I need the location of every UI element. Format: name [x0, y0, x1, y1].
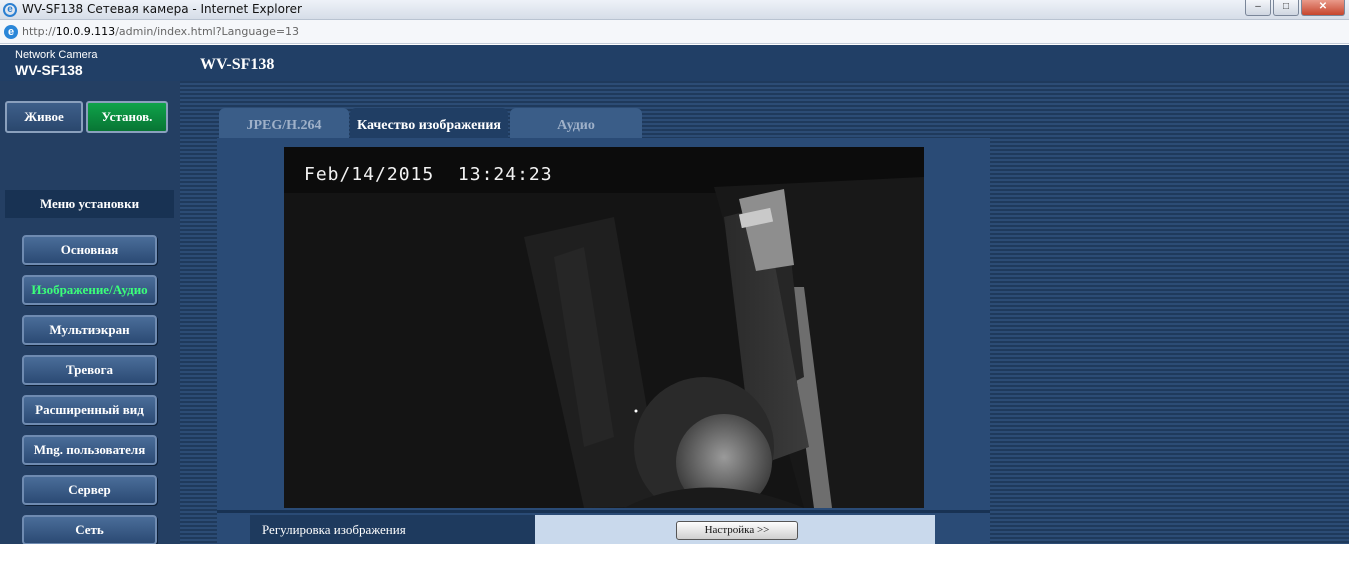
camera-page: Network Camera WV-SF138 WV-SF138 Живое У…	[0, 45, 1349, 544]
tab-audio[interactable]: Аудио	[510, 108, 642, 140]
url-protocol: http://	[22, 25, 56, 38]
brand-label: Network Camera	[15, 49, 98, 61]
menu-network[interactable]: Сеть	[22, 515, 157, 544]
menu-image-audio[interactable]: Изображение/Аудио	[22, 275, 157, 305]
menu-user-mng[interactable]: Mng. пользователя	[22, 435, 157, 465]
page-header: Network Camera WV-SF138 WV-SF138	[0, 45, 1349, 81]
window-controls: – □ ✕	[1245, 0, 1345, 16]
content-separator	[217, 510, 990, 513]
setup-menu-header: Меню установки	[5, 190, 174, 218]
url-host: 10.0.9.113	[55, 25, 116, 38]
tab-image-quality[interactable]: Качество изображения	[350, 108, 508, 140]
menu-alarm[interactable]: Тревога	[22, 355, 157, 385]
menu-server[interactable]: Сервер	[22, 475, 157, 505]
address-bar[interactable]: e http://10.0.9.113/admin/index.html?Lan…	[0, 20, 1349, 44]
close-button[interactable]: ✕	[1301, 0, 1345, 16]
live-button[interactable]: Живое	[5, 101, 83, 133]
ie-icon: e	[3, 3, 17, 17]
video-osd: Feb/14/2015 13:24:23	[304, 164, 553, 185]
window-title: WV-SF138 Сетевая камера - Internet Explo…	[22, 2, 302, 16]
page-title: WV-SF138	[200, 56, 275, 73]
sidebar: Живое Установ. Меню установки Основная И…	[0, 81, 180, 544]
menu-advanced[interactable]: Расширенный вид	[22, 395, 157, 425]
video-scene	[284, 147, 924, 508]
image-adjust-value: Настройка >>	[535, 515, 935, 544]
minimize-button[interactable]: –	[1245, 0, 1271, 16]
url-text[interactable]: http://10.0.9.113/admin/index.html?Langu…	[22, 25, 299, 38]
e-icon: e	[4, 25, 18, 39]
image-adjust-setup-button[interactable]: Настройка >>	[676, 521, 798, 540]
url-path: /admin/index.html?Language=13	[115, 25, 300, 38]
brand-model: WV-SF138	[15, 62, 83, 78]
osd-time: 13:24:23	[457, 164, 553, 185]
setup-button[interactable]: Установ.	[86, 101, 168, 133]
osd-date: Feb/14/2015	[304, 164, 435, 185]
camera-video: Feb/14/2015 13:24:23	[284, 147, 924, 508]
menu-multiscreen[interactable]: Мультиэкран	[22, 315, 157, 345]
image-adjust-label: Регулировка изображения	[250, 515, 535, 544]
maximize-button[interactable]: □	[1273, 0, 1299, 16]
menu-basic[interactable]: Основная	[22, 235, 157, 265]
window-titlebar: e WV-SF138 Сетевая камера - Internet Exp…	[0, 0, 1349, 20]
tab-jpeg-h264[interactable]: JPEG/H.264	[219, 108, 349, 140]
mode-tabs: Живое Установ.	[5, 101, 168, 133]
